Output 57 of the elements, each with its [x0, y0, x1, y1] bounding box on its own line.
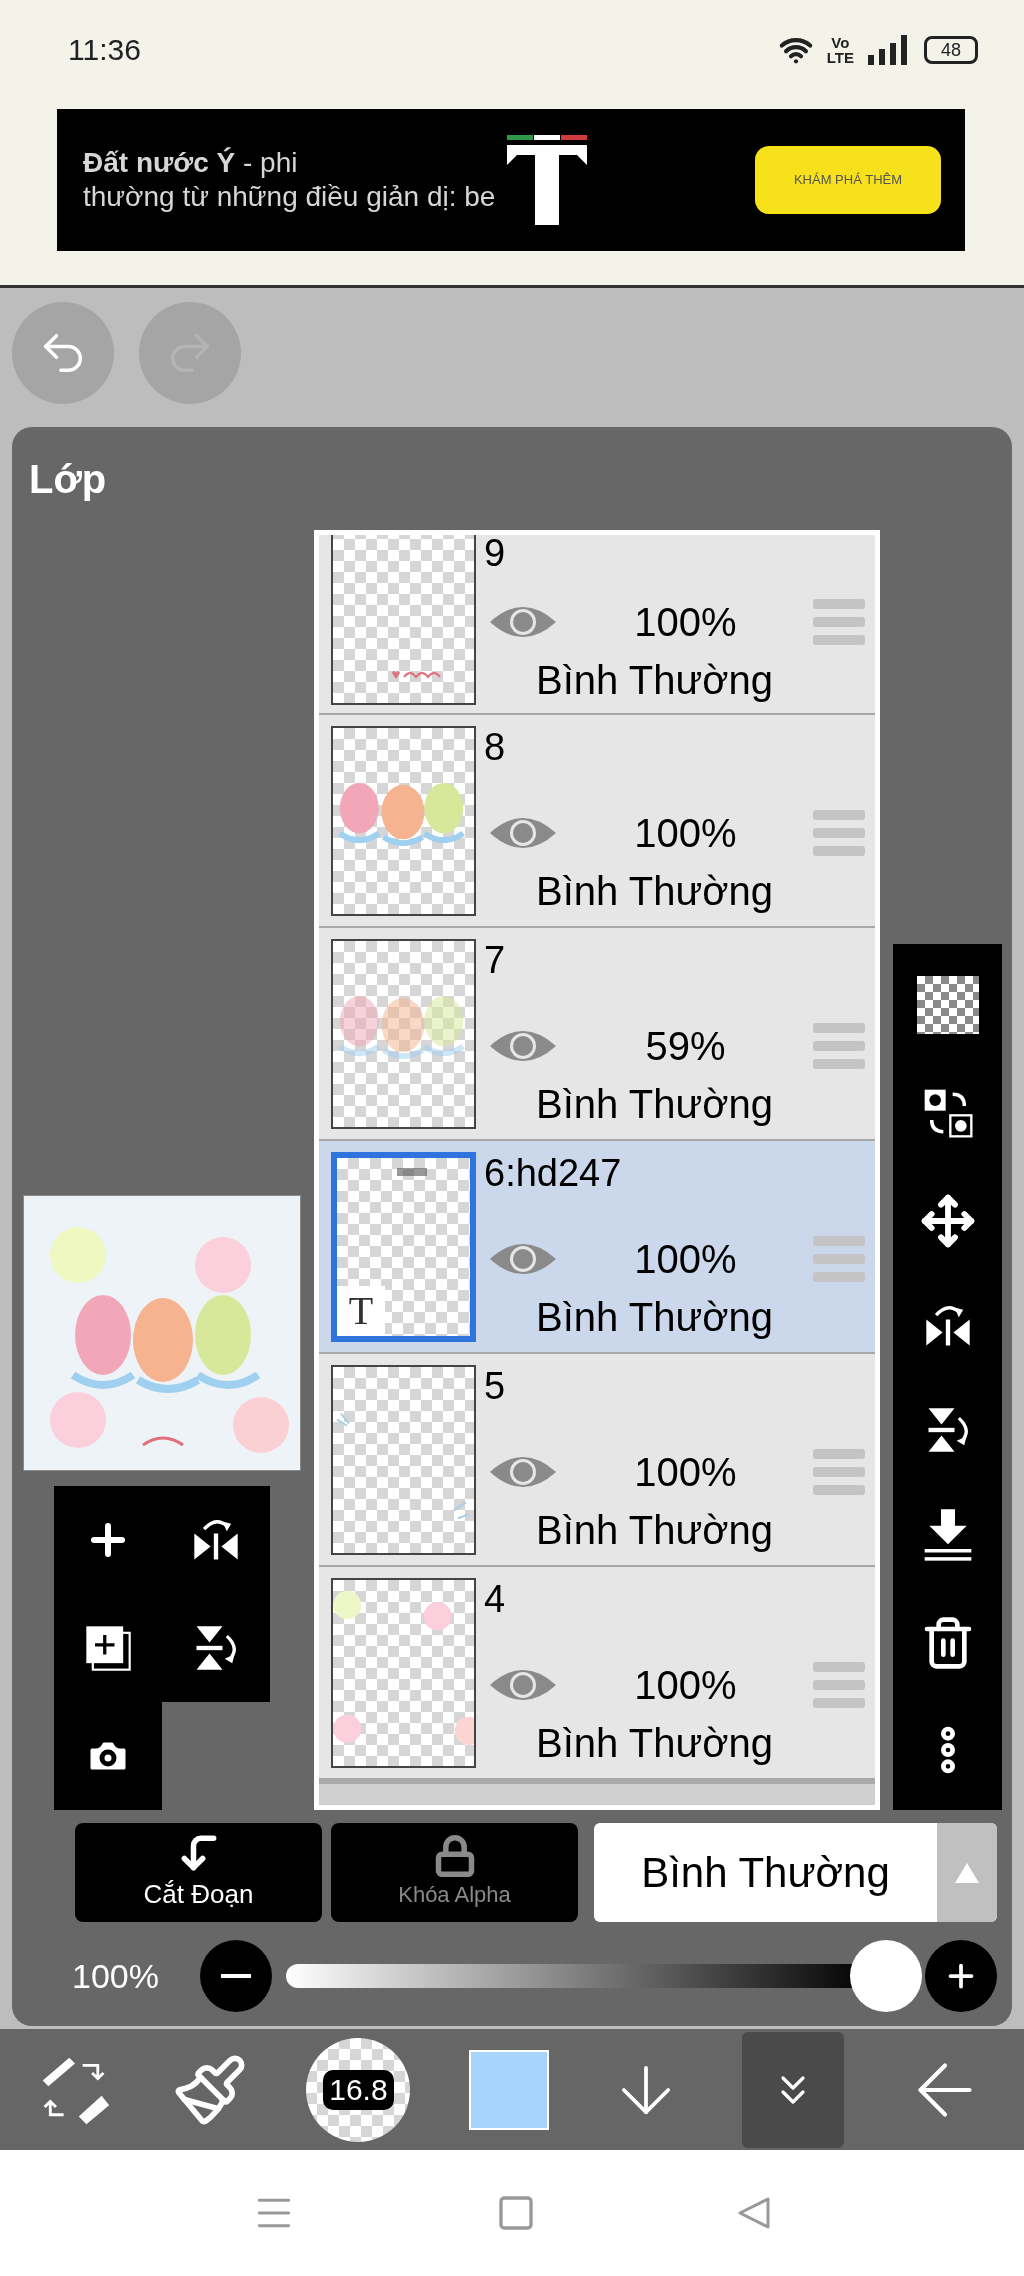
brush-size-button[interactable]: 16.8: [306, 2037, 411, 2142]
layer-opacity: 100%: [633, 810, 738, 857]
minus-icon: [221, 1974, 251, 1978]
layer-blend-mode: Bình Thường: [535, 657, 774, 704]
layer-opacity: 100%: [633, 599, 738, 646]
color-swatch[interactable]: [468, 2049, 549, 2130]
opacity-reading: 100%: [72, 1955, 160, 1997]
ad-text: thường từ những điều giản dị: be: [83, 180, 496, 214]
layer-name: 8: [484, 725, 507, 769]
blend-mode-value: Bình Thường: [640, 1848, 891, 1898]
layer-thumbnail[interactable]: [331, 726, 476, 916]
brush-size-value: 16.8: [323, 2069, 394, 2110]
layer-name: 9: [484, 535, 507, 575]
layer-opacity: 100%: [633, 1449, 738, 1496]
layer-name: 7: [484, 938, 507, 982]
camera-button[interactable]: [54, 1702, 162, 1810]
back-icon[interactable]: [736, 2195, 772, 2231]
drag-handle-icon[interactable]: [813, 808, 865, 858]
layer-thumbnail[interactable]: [331, 939, 476, 1129]
drag-handle-icon[interactable]: [813, 1234, 865, 1284]
volte-bottom-text: LTE: [826, 49, 854, 65]
transparency-icon[interactable]: [916, 975, 979, 1034]
layer-name: 5: [484, 1364, 507, 1408]
layer-blend-mode: Bình Thường: [535, 1081, 774, 1128]
move-icon[interactable]: [919, 1192, 976, 1249]
layer-row[interactable]: T 6:hd247 100% Bình Thường: [319, 1141, 875, 1354]
layer-opacity: 100%: [633, 1236, 738, 1283]
home-icon[interactable]: [496, 2193, 536, 2233]
layer-thumbnail[interactable]: T: [331, 1152, 476, 1342]
layer-blend-mode: Bình Thường: [535, 1294, 774, 1341]
layer-name: 6:hd247: [484, 1151, 623, 1195]
ad-banner[interactable]: Đất nước Ý - phi thường từ những điều giản dị: be KHÁM PHÁ THÊM: [57, 109, 965, 251]
layer-name: 4: [484, 1577, 507, 1621]
status-time: 11:36: [68, 32, 141, 68]
battery-level: 48: [941, 40, 961, 59]
ad-text: Đất nước Ý - phi: [83, 146, 299, 180]
text-preview-drawing: [397, 1168, 427, 1176]
layer-blend-mode: Bình Thường: [535, 1720, 774, 1767]
drag-handle-icon[interactable]: [813, 1021, 865, 1071]
layer-opacity: 100%: [633, 1662, 738, 1709]
layer-opacity: 59%: [644, 1023, 727, 1070]
ad-cta-button[interactable]: KHÁM PHÁ THÊM: [755, 146, 941, 214]
drag-handle-icon[interactable]: [813, 597, 865, 647]
signal-icon: [868, 34, 908, 65]
opacity-slider[interactable]: [286, 1940, 922, 2012]
drag-handle-icon[interactable]: [813, 1447, 865, 1497]
drag-handle-icon[interactable]: [813, 1660, 865, 1710]
volte-top-text: Vo: [831, 34, 850, 50]
blend-mode-dropdown[interactable]: Bình Thường: [594, 1823, 997, 1922]
layer-thumbnail[interactable]: [331, 535, 476, 705]
panel-title: Lớp: [29, 455, 107, 503]
triangle-up-icon: [955, 1862, 979, 1883]
layer-row[interactable]: 9 100% Bình Thường: [319, 535, 875, 715]
layer-action-button[interactable]: Cắt Đoạn: [75, 1823, 322, 1922]
layer-blend-mode: Bình Thường: [535, 1507, 774, 1554]
layer-blend-mode: Bình Thường: [535, 868, 774, 915]
text-layer-badge: T: [337, 1286, 385, 1336]
